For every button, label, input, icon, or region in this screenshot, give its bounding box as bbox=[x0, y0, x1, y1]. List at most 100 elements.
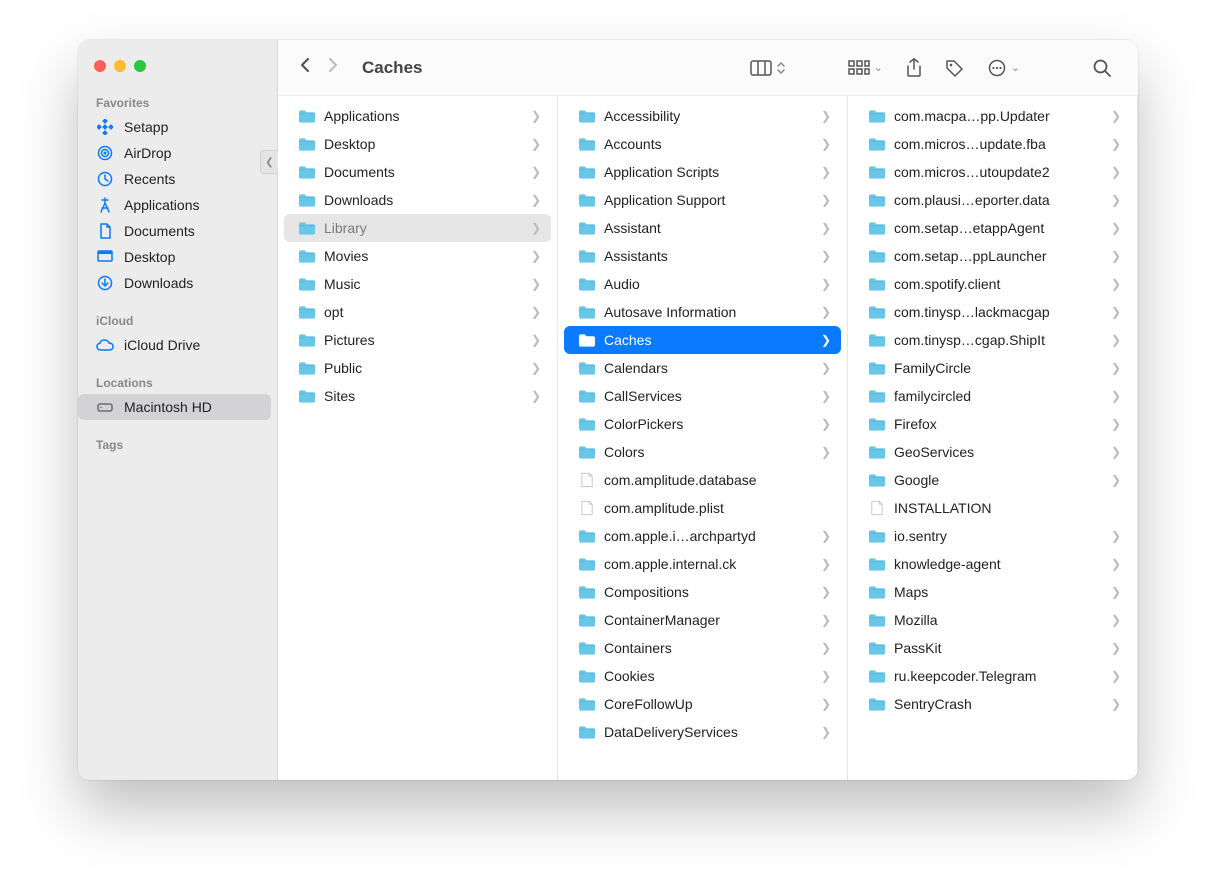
file-row[interactable]: com.amplitude.database bbox=[564, 466, 841, 494]
folder-row[interactable]: Desktop❯ bbox=[284, 130, 551, 158]
sidebar-item-documents[interactable]: Documents bbox=[78, 218, 271, 244]
folder-row[interactable]: CallServices❯ bbox=[564, 382, 841, 410]
chevron-right-icon: ❯ bbox=[1111, 669, 1121, 683]
folder-icon bbox=[868, 416, 886, 432]
view-mode-button[interactable] bbox=[744, 56, 792, 80]
folder-row[interactable]: com.setap…ppLauncher❯ bbox=[854, 242, 1131, 270]
folder-row[interactable]: Music❯ bbox=[284, 270, 551, 298]
sidebar-item-desktop[interactable]: Desktop bbox=[78, 244, 271, 270]
folder-row[interactable]: Firefox❯ bbox=[854, 410, 1131, 438]
folder-row[interactable]: knowledge-agent❯ bbox=[854, 550, 1131, 578]
minimize-window-button[interactable] bbox=[114, 60, 126, 72]
folder-row[interactable]: ColorPickers❯ bbox=[564, 410, 841, 438]
column-browser: Applications❯Desktop❯Documents❯Downloads… bbox=[278, 96, 1138, 780]
item-name: Application Support bbox=[604, 192, 813, 208]
folder-row[interactable]: Sites❯ bbox=[284, 382, 551, 410]
folder-icon bbox=[578, 108, 596, 124]
chevron-right-icon: ❯ bbox=[531, 165, 541, 179]
folder-row[interactable]: CoreFollowUp❯ bbox=[564, 690, 841, 718]
tags-button[interactable] bbox=[939, 55, 971, 81]
sidebar: FavoritesSetappAirDropRecentsApplication… bbox=[78, 40, 278, 780]
chevron-right-icon: ❯ bbox=[1111, 221, 1121, 235]
sidebar-item-icloud-drive[interactable]: iCloud Drive bbox=[78, 332, 271, 358]
folder-row[interactable]: GeoServices❯ bbox=[854, 438, 1131, 466]
folder-row[interactable]: Assistant❯ bbox=[564, 214, 841, 242]
folder-row[interactable]: Mozilla❯ bbox=[854, 606, 1131, 634]
more-button[interactable]: ⌄ bbox=[981, 55, 1026, 81]
sidebar-item-recents[interactable]: Recents bbox=[78, 166, 271, 192]
folder-row[interactable]: Calendars❯ bbox=[564, 354, 841, 382]
folder-row[interactable]: com.tinysp…cgap.ShipIt❯ bbox=[854, 326, 1131, 354]
sidebar-item-airdrop[interactable]: AirDrop bbox=[78, 140, 271, 166]
folder-row[interactable]: com.micros…utoupdate2❯ bbox=[854, 158, 1131, 186]
folder-row[interactable]: PassKit❯ bbox=[854, 634, 1131, 662]
folder-row[interactable]: com.tinysp…lackmacgap❯ bbox=[854, 298, 1131, 326]
folder-row[interactable]: com.apple.internal.ck❯ bbox=[564, 550, 841, 578]
folder-row[interactable]: Pictures❯ bbox=[284, 326, 551, 354]
column-3[interactable]: com.macpa…pp.Updater❯com.micros…update.f… bbox=[848, 96, 1138, 780]
chevron-right-icon: ❯ bbox=[1111, 361, 1121, 375]
folder-row[interactable]: Assistants❯ bbox=[564, 242, 841, 270]
column-1[interactable]: Applications❯Desktop❯Documents❯Downloads… bbox=[278, 96, 558, 780]
folder-row[interactable]: com.plausi…eporter.data❯ bbox=[854, 186, 1131, 214]
folder-row[interactable]: Audio❯ bbox=[564, 270, 841, 298]
folder-row[interactable]: Maps❯ bbox=[854, 578, 1131, 606]
search-button[interactable] bbox=[1086, 54, 1118, 82]
folder-row[interactable]: Documents❯ bbox=[284, 158, 551, 186]
close-window-button[interactable] bbox=[94, 60, 106, 72]
folder-row[interactable]: FamilyCircle❯ bbox=[854, 354, 1131, 382]
folder-row[interactable]: Compositions❯ bbox=[564, 578, 841, 606]
chevron-right-icon: ❯ bbox=[531, 305, 541, 319]
folder-row[interactable]: com.micros…update.fba❯ bbox=[854, 130, 1131, 158]
folder-row[interactable]: Application Support❯ bbox=[564, 186, 841, 214]
folder-row[interactable]: Google❯ bbox=[854, 466, 1131, 494]
maximize-window-button[interactable] bbox=[134, 60, 146, 72]
folder-row[interactable]: Colors❯ bbox=[564, 438, 841, 466]
folder-row[interactable]: Accounts❯ bbox=[564, 130, 841, 158]
folder-row[interactable]: SentryCrash❯ bbox=[854, 690, 1131, 718]
sidebar-item-label: AirDrop bbox=[124, 145, 171, 161]
folder-row[interactable]: Library❯ bbox=[284, 214, 551, 242]
folder-row[interactable]: Cookies❯ bbox=[564, 662, 841, 690]
forward-button[interactable] bbox=[326, 56, 340, 79]
sidebar-collapse-handle[interactable]: ❮ bbox=[260, 150, 278, 174]
folder-row[interactable]: com.apple.i…archpartyd❯ bbox=[564, 522, 841, 550]
folder-row[interactable]: com.spotify.client❯ bbox=[854, 270, 1131, 298]
sidebar-item-label: iCloud Drive bbox=[124, 337, 200, 353]
folder-row[interactable]: Autosave Information❯ bbox=[564, 298, 841, 326]
item-name: ru.keepcoder.Telegram bbox=[894, 668, 1103, 684]
folder-row[interactable]: ru.keepcoder.Telegram ❯ bbox=[854, 662, 1131, 690]
sidebar-item-label: Macintosh HD bbox=[124, 399, 212, 415]
folder-icon bbox=[868, 584, 886, 600]
folder-icon bbox=[578, 164, 596, 180]
folder-icon bbox=[868, 528, 886, 544]
folder-row[interactable]: com.setap…etappAgent❯ bbox=[854, 214, 1131, 242]
folder-row[interactable]: DataDeliveryServices❯ bbox=[564, 718, 841, 746]
folder-row[interactable]: Movies❯ bbox=[284, 242, 551, 270]
folder-row[interactable]: familycircled❯ bbox=[854, 382, 1131, 410]
item-name: Containers bbox=[604, 640, 813, 656]
folder-row[interactable]: Downloads❯ bbox=[284, 186, 551, 214]
sidebar-item-applications[interactable]: Applications bbox=[78, 192, 271, 218]
folder-row[interactable]: Application Scripts❯ bbox=[564, 158, 841, 186]
chevron-right-icon: ❯ bbox=[821, 389, 831, 403]
folder-icon bbox=[298, 388, 316, 404]
share-button[interactable] bbox=[899, 54, 929, 82]
folder-row[interactable]: Applications❯ bbox=[284, 102, 551, 130]
folder-row[interactable]: opt❯ bbox=[284, 298, 551, 326]
folder-row[interactable]: ContainerManager❯ bbox=[564, 606, 841, 634]
sidebar-item-macintosh-hd[interactable]: Macintosh HD bbox=[78, 394, 271, 420]
file-row[interactable]: INSTALLATION bbox=[854, 494, 1131, 522]
folder-row[interactable]: Containers❯ bbox=[564, 634, 841, 662]
folder-row[interactable]: io.sentry❯ bbox=[854, 522, 1131, 550]
column-2[interactable]: Accessibility❯Accounts❯Application Scrip… bbox=[558, 96, 848, 780]
file-row[interactable]: com.amplitude.plist bbox=[564, 494, 841, 522]
folder-row[interactable]: Accessibility❯ bbox=[564, 102, 841, 130]
sidebar-item-downloads[interactable]: Downloads bbox=[78, 270, 271, 296]
folder-row[interactable]: Caches❯ bbox=[564, 326, 841, 354]
sidebar-item-setapp[interactable]: Setapp bbox=[78, 114, 271, 140]
folder-row[interactable]: Public❯ bbox=[284, 354, 551, 382]
folder-row[interactable]: com.macpa…pp.Updater❯ bbox=[854, 102, 1131, 130]
back-button[interactable] bbox=[298, 56, 312, 79]
group-button[interactable]: ⌄ bbox=[842, 56, 889, 80]
